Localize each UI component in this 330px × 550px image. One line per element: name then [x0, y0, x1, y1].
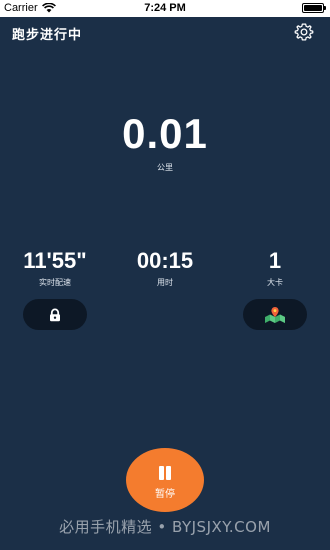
stat-calories-value: 1 [268, 248, 282, 273]
stat-pace: 11'55" 实时配速 [0, 248, 110, 288]
lock-icon [50, 308, 60, 321]
distance-display: 0.01 公里 [0, 110, 330, 173]
stat-pace-value: 11'55" [23, 248, 87, 273]
battery-icon [302, 3, 326, 13]
stat-pace-label: 实时配速 [39, 278, 71, 287]
stat-duration-value: 00:15 [136, 248, 194, 273]
map-button[interactable] [243, 299, 307, 330]
distance-value: 0.01 [122, 110, 208, 157]
watermark: 必用手机精选 • BYJSJXY.COM [59, 518, 271, 536]
page-title: 跑步进行中 [12, 28, 83, 43]
gear-icon [294, 23, 314, 41]
stat-calories: 1 大卡 [220, 248, 330, 288]
pause-icon [157, 466, 173, 480]
stat-duration-label: 用时 [157, 278, 173, 287]
status-time: 7:24 PM [144, 2, 186, 14]
distance-unit: 公里 [157, 163, 173, 172]
map-icon [265, 306, 285, 323]
status-bar: Carrier 7:24 PM [0, 0, 330, 17]
stat-calories-label: 大卡 [267, 278, 283, 287]
stat-duration: 00:15 用时 [110, 248, 220, 288]
pause-label: 暂停 [155, 489, 175, 500]
settings-button[interactable] [294, 22, 314, 42]
lock-button[interactable] [23, 299, 87, 330]
pause-button[interactable]: 暂停 [126, 448, 204, 512]
